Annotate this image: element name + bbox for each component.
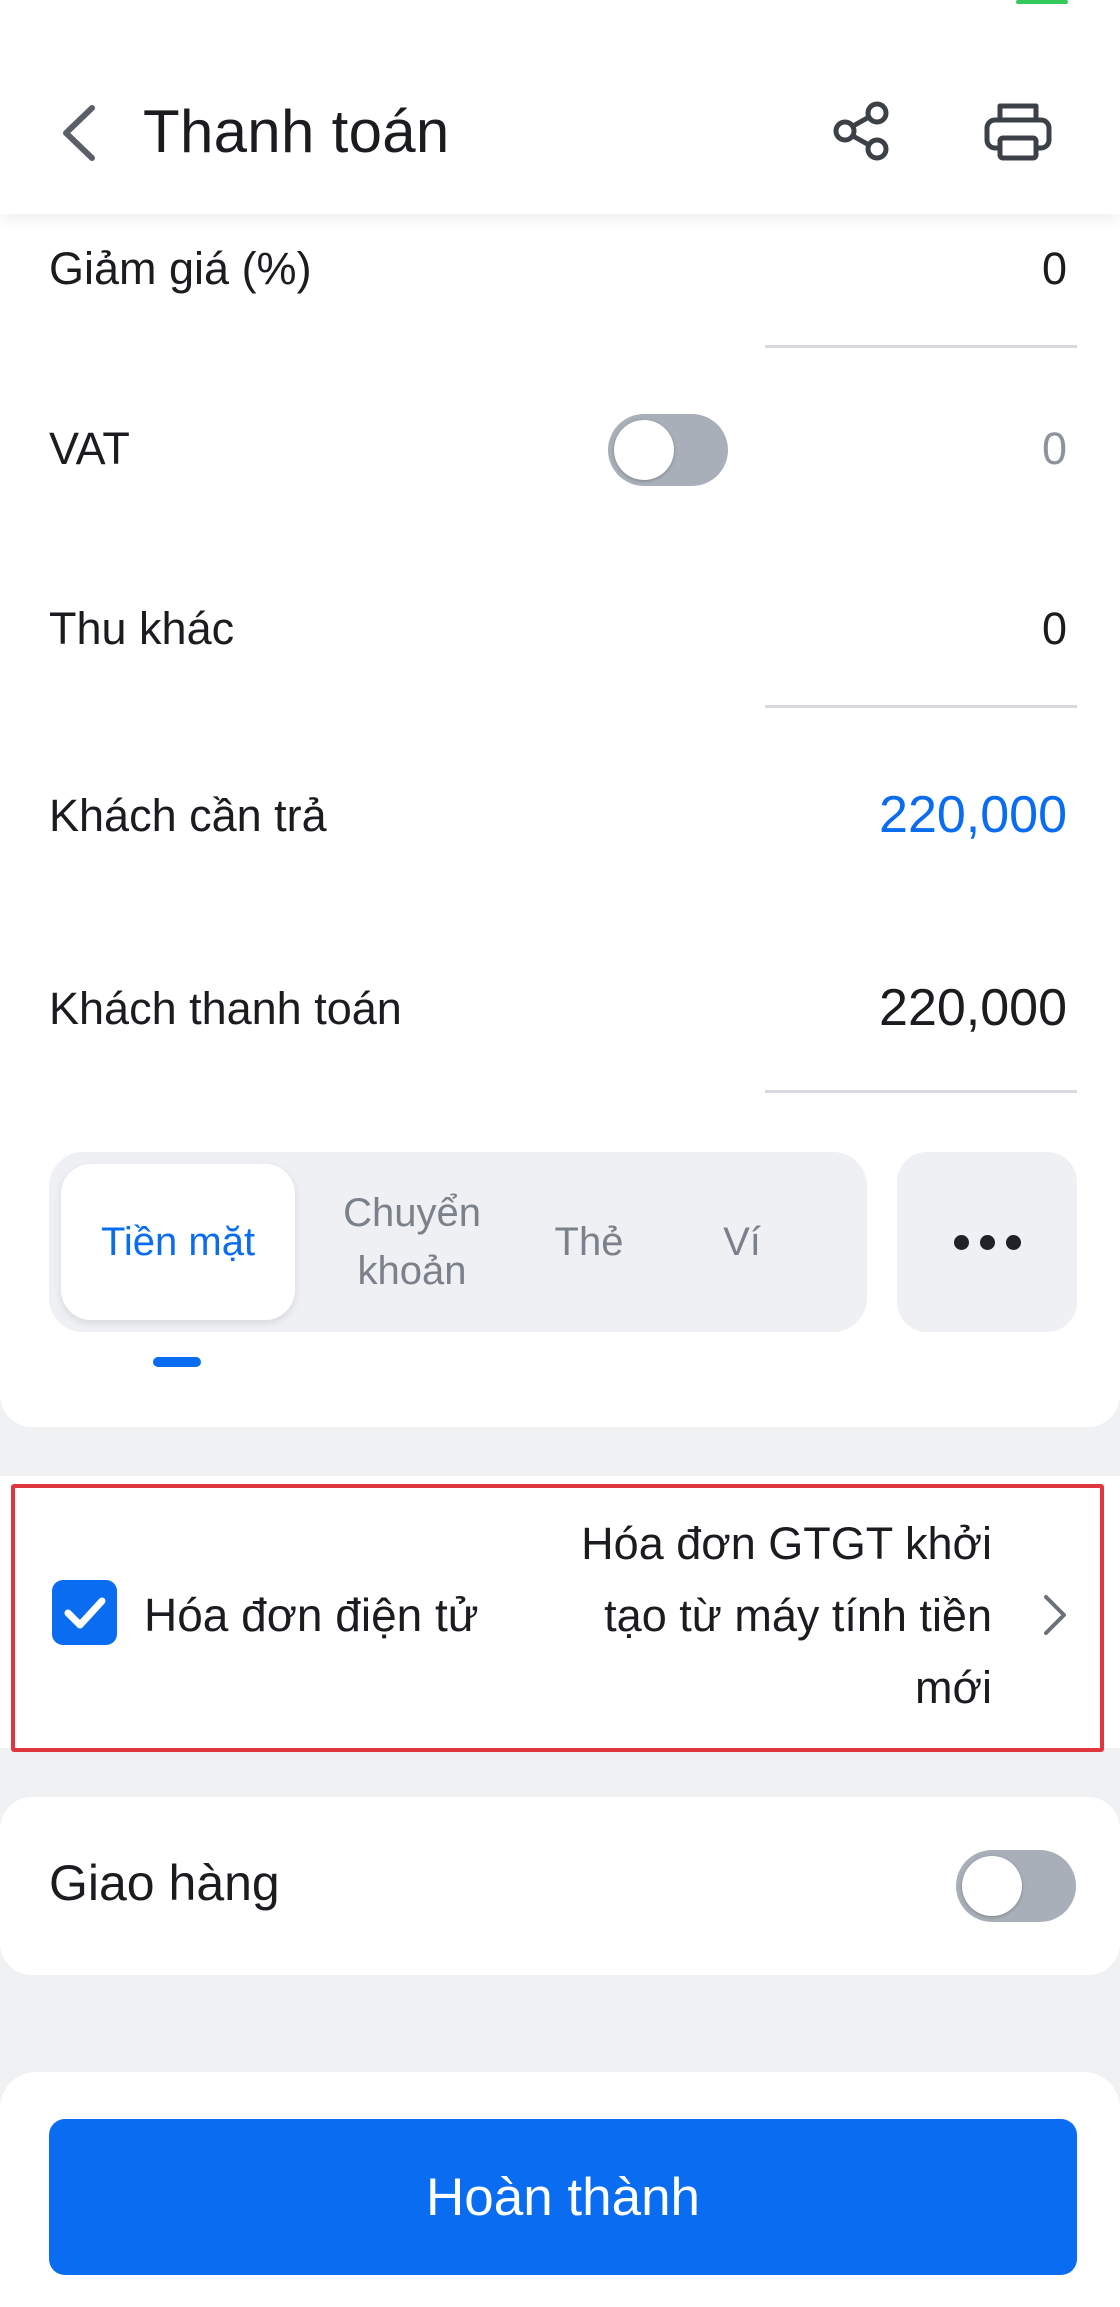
customer-paid-input[interactable]: 220,000 [879, 978, 1067, 1038]
payment-method-tabs: Tiền mặt Chuyển khoản Thẻ Ví [49, 1152, 867, 1332]
complete-button[interactable]: Hoàn thành [49, 2119, 1077, 2275]
vat-value: 0 [1041, 423, 1067, 474]
chevron-left-icon [63, 105, 95, 161]
other-charges-label: Thu khác [49, 603, 235, 654]
discount-underline [765, 345, 1077, 348]
customer-paid-label: Khách thanh toán [49, 983, 402, 1034]
more-horizontal-icon [953, 1234, 969, 1250]
share-icon [833, 101, 889, 161]
printer-icon [984, 103, 1052, 161]
status-indicator [1016, 0, 1068, 4]
delivery-toggle[interactable] [956, 1850, 1076, 1922]
page-title: Thanh toán [143, 98, 450, 165]
highlight-box [11, 1484, 1104, 1752]
vat-toggle[interactable] [608, 414, 728, 486]
tab-bank-transfer[interactable]: Chuyển khoản [317, 1152, 507, 1332]
back-button[interactable] [52, 100, 112, 166]
delivery-card: Giao hàng [0, 1797, 1120, 1975]
tab-cash[interactable]: Tiền mặt [61, 1164, 295, 1320]
share-button[interactable] [828, 98, 894, 164]
print-button[interactable] [982, 98, 1054, 164]
delivery-label: Giao hàng [49, 1855, 280, 1911]
amount-due-label: Khách cần trả [49, 790, 327, 841]
vat-label: VAT [49, 423, 130, 474]
more-payment-methods-button[interactable] [897, 1152, 1077, 1332]
top-app-bar: Thanh toán [0, 0, 1120, 214]
toggle-knob [614, 420, 674, 480]
discount-label: Giảm giá (%) [49, 243, 312, 294]
discount-input[interactable]: 0 [1042, 243, 1067, 295]
active-tab-indicator [153, 1357, 201, 1367]
other-charges-underline [765, 705, 1077, 708]
tab-card[interactable]: Thẻ [519, 1152, 659, 1332]
other-charges-input[interactable]: 0 [1042, 603, 1067, 655]
amount-due-value: 220,000 [879, 786, 1067, 844]
customer-paid-underline [765, 1090, 1077, 1093]
toggle-knob [962, 1856, 1022, 1916]
tab-wallet[interactable]: Ví [677, 1152, 807, 1332]
